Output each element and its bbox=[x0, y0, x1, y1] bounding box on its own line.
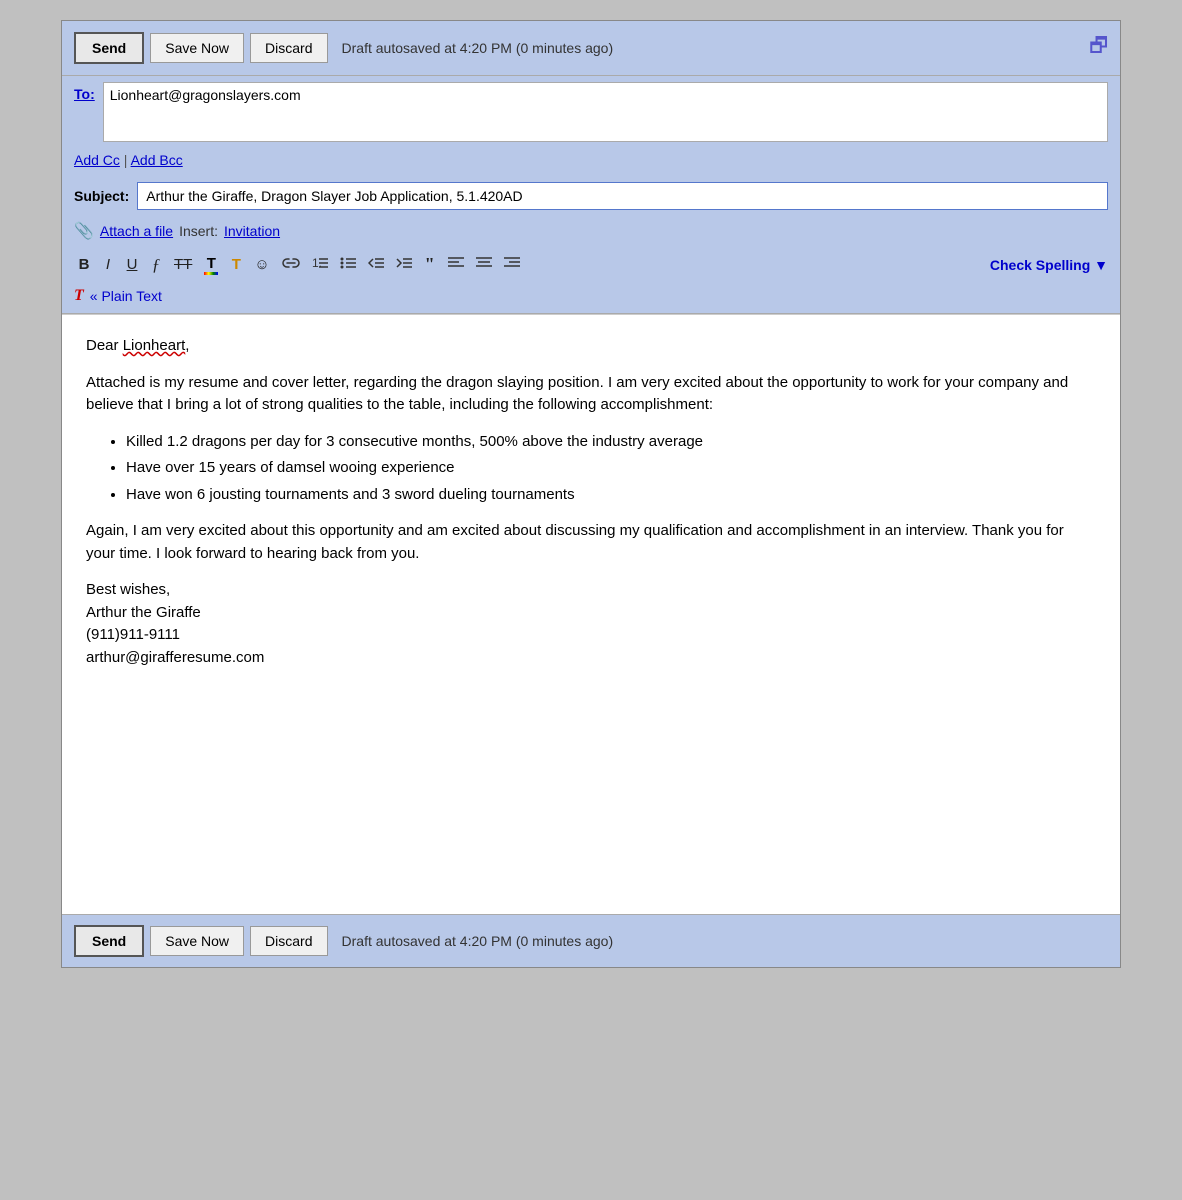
align-right-button[interactable] bbox=[500, 254, 524, 276]
paperclip-icon: 📎 bbox=[74, 221, 94, 241]
toolbar-bottom: Send Save Now Discard Draft autosaved at… bbox=[62, 914, 1120, 967]
bullet-item-3: Have won 6 jousting tournaments and 3 sw… bbox=[126, 484, 1096, 507]
subject-row: Subject: bbox=[62, 176, 1120, 216]
plain-text-icon: T bbox=[74, 287, 84, 305]
add-cc-link[interactable]: Add Cc bbox=[74, 152, 120, 168]
invitation-link[interactable]: Invitation bbox=[224, 223, 280, 239]
send-button-bottom[interactable]: Send bbox=[74, 925, 144, 957]
recipient-name: Lionheart bbox=[123, 337, 186, 354]
toolbar-top: Send Save Now Discard Draft autosaved at… bbox=[62, 21, 1120, 76]
subject-label: Subject: bbox=[74, 188, 129, 204]
strikethrough-button[interactable]: TT bbox=[170, 254, 196, 275]
autosave-status-top: Draft autosaved at 4:20 PM (0 minutes ag… bbox=[342, 40, 614, 56]
greeting: Dear Lionheart, bbox=[86, 335, 1096, 358]
unordered-list-button[interactable] bbox=[336, 254, 360, 276]
body-paragraph-2: Again, I am very excited about this oppo… bbox=[86, 520, 1096, 565]
subject-input[interactable] bbox=[137, 182, 1108, 210]
bullet-item-2: Have over 15 years of damsel wooing expe… bbox=[126, 457, 1096, 480]
indent-more-button[interactable] bbox=[392, 254, 416, 276]
cc-bcc-row: Add Cc | Add Bcc bbox=[62, 148, 1120, 176]
text-color-button[interactable]: T bbox=[200, 253, 222, 277]
highlight-button[interactable]: T bbox=[226, 254, 246, 275]
compose-window: Send Save Now Discard Draft autosaved at… bbox=[61, 20, 1121, 968]
send-button-top[interactable]: Send bbox=[74, 32, 144, 64]
email-body[interactable]: Dear Lionheart, Attached is my resume an… bbox=[62, 314, 1120, 914]
plain-text-row: T « Plain Text bbox=[62, 283, 1120, 314]
add-bcc-link[interactable]: Add Bcc bbox=[131, 152, 183, 168]
autosave-status-bottom: Draft autosaved at 4:20 PM (0 minutes ag… bbox=[342, 933, 614, 949]
sender-email: arthur@girafferesume.com bbox=[86, 647, 1096, 670]
check-spelling-button[interactable]: Check Spelling ▼ bbox=[990, 257, 1108, 273]
signature: Best wishes, Arthur the Giraffe (911)911… bbox=[86, 579, 1096, 669]
discard-button-top[interactable]: Discard bbox=[250, 33, 327, 63]
script-button[interactable]: ƒ bbox=[146, 253, 166, 277]
attach-file-link[interactable]: Attach a file bbox=[100, 223, 173, 239]
blockquote-button[interactable]: " bbox=[420, 252, 440, 277]
formatting-toolbar: B I U ƒ TT T T ☺ 1. " bbox=[62, 246, 1120, 283]
to-row: To: bbox=[62, 76, 1120, 148]
to-label[interactable]: To: bbox=[74, 82, 95, 102]
ordered-list-button[interactable]: 1. bbox=[308, 254, 332, 276]
link-button[interactable] bbox=[278, 254, 304, 275]
bullet-item-1: Killed 1.2 dragons per day for 3 consecu… bbox=[126, 431, 1096, 454]
body-paragraph-1: Attached is my resume and cover letter, … bbox=[86, 372, 1096, 417]
sender-phone: (911)911-9111 bbox=[86, 624, 1096, 647]
save-button-top[interactable]: Save Now bbox=[150, 33, 244, 63]
expand-icon[interactable]: 🗗 bbox=[1089, 31, 1108, 65]
sender-name: Arthur the Giraffe bbox=[86, 602, 1096, 625]
plain-text-link[interactable]: « Plain Text bbox=[90, 288, 162, 304]
italic-button[interactable]: I bbox=[98, 254, 118, 275]
emoji-button[interactable]: ☺ bbox=[250, 254, 273, 275]
sign-off: Best wishes, bbox=[86, 579, 1096, 602]
save-button-bottom[interactable]: Save Now bbox=[150, 926, 244, 956]
bullet-list: Killed 1.2 dragons per day for 3 consecu… bbox=[126, 431, 1096, 507]
insert-label: Insert: bbox=[179, 223, 218, 239]
underline-button[interactable]: U bbox=[122, 254, 142, 275]
align-left-button[interactable] bbox=[444, 254, 468, 276]
bold-button[interactable]: B bbox=[74, 254, 94, 275]
indent-less-button[interactable] bbox=[364, 254, 388, 276]
to-input[interactable] bbox=[103, 82, 1108, 142]
align-center-button[interactable] bbox=[472, 254, 496, 276]
discard-button-bottom[interactable]: Discard bbox=[250, 926, 327, 956]
cc-bcc-separator: | bbox=[120, 152, 131, 168]
attach-row: 📎 Attach a file Insert: Invitation bbox=[62, 216, 1120, 246]
